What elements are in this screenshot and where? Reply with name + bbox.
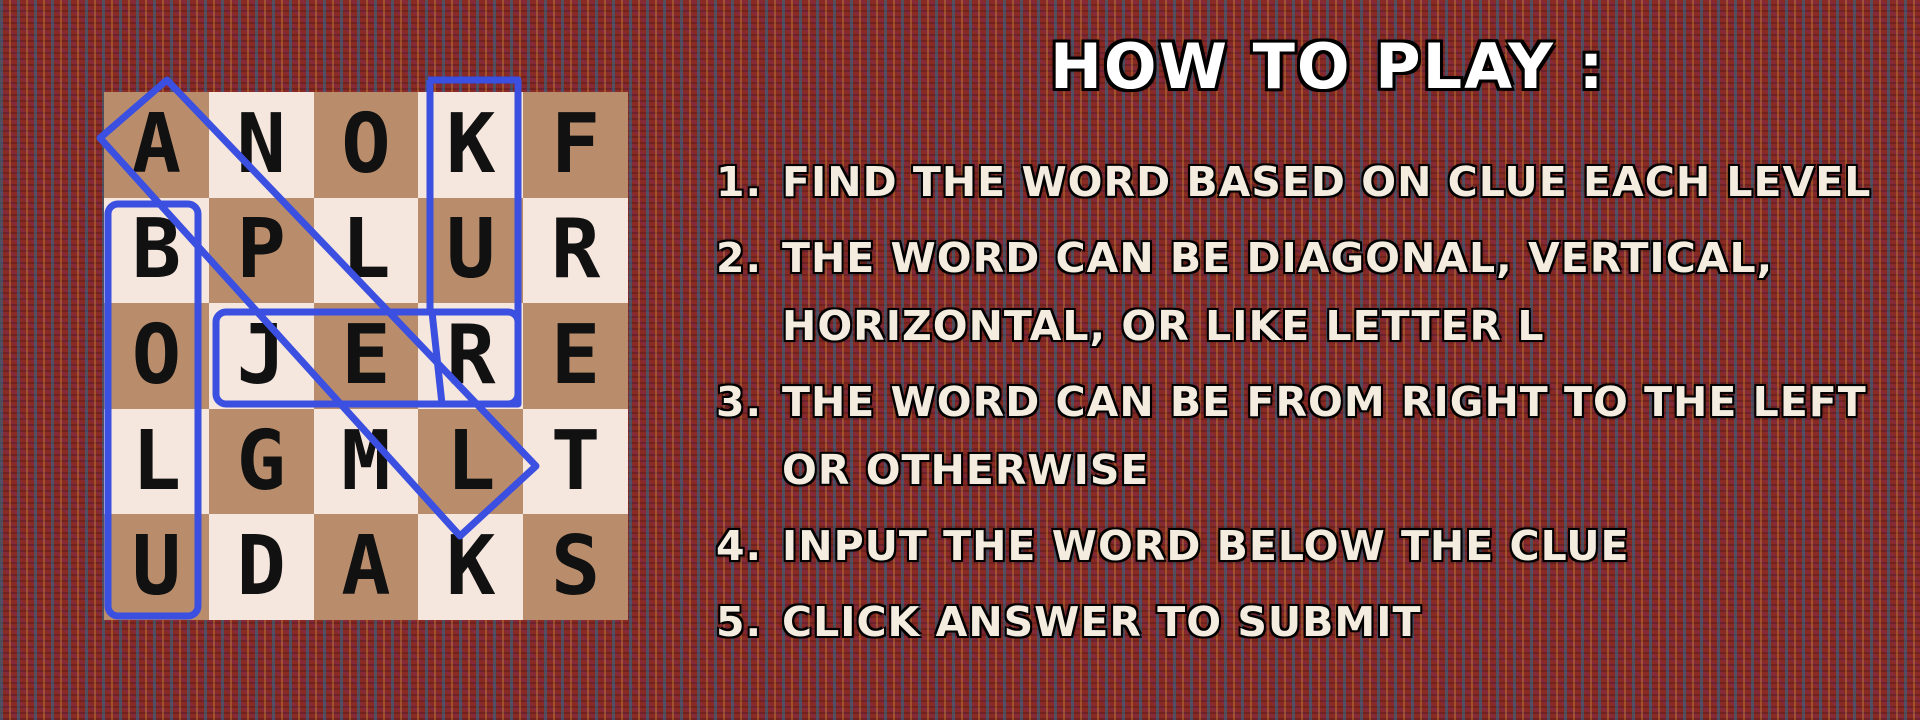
letter-tile: T [523, 408, 628, 515]
letter-tile: L [104, 408, 209, 515]
letter-tile: F [523, 92, 628, 198]
letter-tile: O [313, 92, 419, 198]
rule-number: 4. [716, 522, 763, 570]
rule-item: 1. FIND THE WORD BASED ON CLUE EACH LEVE… [716, 148, 1906, 216]
rule-number: 2. [716, 234, 763, 282]
letter-tile: R [418, 303, 524, 409]
letter-tile: A [313, 514, 419, 620]
letter-tile: E [313, 303, 419, 409]
rule-text: THE WORD CAN BE FROM RIGHT TO THE LEFT O… [782, 378, 1867, 494]
letter-tile: D [208, 514, 314, 620]
letter-tile: R [523, 197, 628, 304]
letter-tile: E [523, 303, 628, 409]
rule-item: 2. THE WORD CAN BE DIAGONAL, VERTICAL, H… [716, 224, 1906, 360]
rule-number: 1. [716, 158, 763, 206]
how-to-play-heading: HOW TO PLAY : [1048, 29, 1606, 105]
rule-text: CLICK ANSWER TO SUBMIT [782, 598, 1422, 646]
rule-text: FIND THE WORD BASED ON CLUE EACH LEVEL [782, 158, 1872, 206]
letter-tile: B [104, 197, 209, 304]
rule-number: 5. [716, 598, 763, 646]
rule-item: 3. THE WORD CAN BE FROM RIGHT TO THE LEF… [716, 368, 1906, 504]
letter-tile: N [208, 92, 314, 198]
letter-tile: L [418, 408, 524, 515]
letter-tile: S [523, 514, 628, 620]
letter-tile: U [104, 514, 209, 620]
letter-tile: O [104, 303, 209, 409]
letter-tile: L [313, 197, 419, 304]
rule-text: INPUT THE WORD BELOW THE CLUE [782, 522, 1630, 570]
letter-tile: U [418, 197, 524, 304]
letter-tile: J [208, 303, 314, 409]
letter-tile: K [418, 92, 524, 198]
rule-item: 4. INPUT THE WORD BELOW THE CLUE [716, 512, 1906, 580]
letter-grid: ANOKFBPLUROJERELGMLTUDAKS [104, 92, 628, 620]
letter-tile: A [104, 92, 209, 198]
rule-text: THE WORD CAN BE DIAGONAL, VERTICAL, HORI… [782, 234, 1774, 350]
letter-tile: M [313, 408, 419, 515]
letter-tile: G [208, 408, 314, 515]
rule-number: 3. [716, 378, 763, 426]
rules-list: 1. FIND THE WORD BASED ON CLUE EACH LEVE… [716, 148, 1906, 664]
letter-tile: P [208, 197, 314, 304]
letter-tile: K [418, 514, 524, 620]
rule-item: 5. CLICK ANSWER TO SUBMIT [716, 588, 1906, 656]
